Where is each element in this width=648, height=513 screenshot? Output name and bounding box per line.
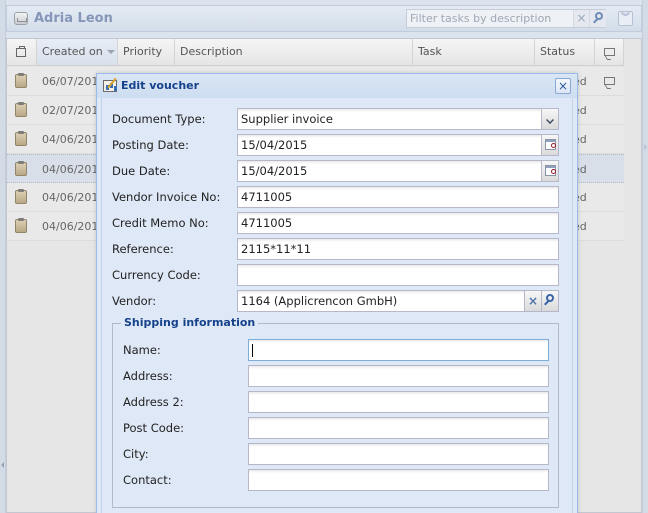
clipboard-icon: [15, 73, 27, 88]
column-label: Task: [418, 45, 442, 58]
grid-header: Created on Priority Description Task Sta…: [7, 39, 624, 66]
clear-vendor-button[interactable]: ×: [524, 290, 542, 312]
shipping-address2-field[interactable]: [248, 391, 549, 413]
clipboard-icon: [15, 189, 27, 204]
document-type-icon: [16, 46, 26, 57]
text-cursor: [252, 344, 253, 357]
close-icon: ×: [557, 79, 569, 93]
posting-date-picker-button[interactable]: [541, 134, 559, 156]
clipboard-icon: [15, 218, 27, 233]
close-dialog-button[interactable]: ×: [555, 78, 571, 94]
shipping-address-field[interactable]: [248, 365, 549, 387]
reference-field[interactable]: 2115*11*11: [237, 238, 559, 260]
clipboard-icon: [15, 161, 27, 176]
vendor-field[interactable]: 1164 (Applicrencon GmbH) ×: [237, 290, 559, 312]
column-label: Created on: [42, 45, 103, 58]
collapse-right-icon[interactable]: [644, 144, 647, 150]
filter-tasks-input[interactable]: [407, 10, 572, 27]
currency-code-field[interactable]: [237, 264, 559, 286]
column-label: Priority: [123, 45, 163, 58]
shipping-information-legend: Shipping information: [121, 316, 259, 329]
vendor-invoice-no-value: 4711005: [241, 190, 293, 204]
right-collapse-bar[interactable]: [642, 0, 648, 513]
due-date-picker-button[interactable]: [541, 160, 559, 182]
credit-memo-no-label: Credit Memo No:: [112, 216, 209, 230]
column-header-priority[interactable]: Priority: [118, 39, 175, 65]
shipping-contact-label: Contact:: [123, 473, 172, 487]
edit-voucher-dialog: Edit voucher × Document Type: Supplier i…: [96, 73, 578, 513]
vendor-invoice-no-field[interactable]: 4711005: [237, 186, 559, 208]
shipping-name-field[interactable]: [248, 339, 549, 361]
due-date-value: 15/04/2015: [241, 164, 308, 178]
reference-label: Reference:: [112, 242, 174, 256]
clipboard-icon: [15, 102, 27, 117]
due-date-field[interactable]: 15/04/2015: [237, 160, 559, 182]
expand-panel-button[interactable]: ︾: [618, 11, 633, 26]
vendor-invoice-no-label: Vendor Invoice No:: [112, 190, 221, 204]
posting-date-field[interactable]: 15/04/2015: [237, 134, 559, 156]
shipping-address-label: Address:: [123, 369, 173, 383]
reference-value: 2115*11*11: [241, 242, 312, 256]
posting-date-label: Posting Date:: [112, 138, 189, 152]
shipping-name-label: Name:: [123, 343, 161, 357]
document-type-select[interactable]: Supplier invoice: [237, 108, 559, 130]
comment-icon[interactable]: [604, 77, 615, 85]
dialog-header[interactable]: Edit voucher ×: [97, 74, 577, 98]
filter-box: ×: [406, 9, 606, 28]
shipping-address2-label: Address 2:: [123, 395, 184, 409]
column-label: Status: [540, 45, 576, 58]
column-header-type[interactable]: [7, 39, 37, 65]
comment-icon: [604, 48, 615, 56]
inbox-icon: [14, 12, 28, 25]
panel-header: Adria Leon × ︾: [6, 5, 642, 32]
document-type-label: Document Type:: [112, 112, 206, 126]
column-header-description[interactable]: Description: [175, 39, 413, 65]
shipping-information-fieldset: Shipping information Name: Address: Addr…: [112, 316, 559, 508]
close-icon: ×: [527, 294, 539, 308]
column-header-task[interactable]: Task: [413, 39, 535, 65]
clipboard-icon: [15, 131, 27, 146]
dialog-title: Edit voucher: [121, 79, 200, 92]
due-date-label: Due Date:: [112, 164, 171, 178]
shipping-post-code-label: Post Code:: [123, 421, 185, 435]
credit-memo-no-value: 4711005: [241, 216, 293, 230]
chevron-down-icon: [546, 116, 554, 124]
close-icon: ×: [576, 11, 587, 25]
search-icon: [546, 294, 554, 302]
panel-title: Adria Leon: [34, 11, 113, 26]
double-chevron-down-icon: ︾: [620, 13, 630, 23]
calendar-icon: [545, 165, 556, 176]
search-button[interactable]: [589, 10, 606, 27]
clear-filter-button[interactable]: ×: [573, 10, 589, 27]
shipping-post-code-field[interactable]: [248, 417, 549, 439]
shipping-city-field[interactable]: [248, 443, 549, 465]
credit-memo-no-field[interactable]: 4711005: [237, 212, 559, 234]
column-header-comment[interactable]: [595, 39, 624, 65]
calendar-icon: [545, 139, 556, 150]
vendor-label: Vendor:: [112, 294, 157, 308]
shipping-city-label: City:: [123, 447, 149, 461]
document-type-dropdown-button[interactable]: [541, 108, 559, 130]
vendor-value: 1164 (Applicrencon GmbH): [241, 294, 398, 308]
edit-document-icon: [103, 80, 117, 92]
posting-date-value: 15/04/2015: [241, 138, 308, 152]
collapse-left-icon[interactable]: [1, 462, 4, 468]
column-header-status[interactable]: Status: [535, 39, 595, 65]
search-icon: [595, 12, 603, 20]
document-type-value: Supplier invoice: [241, 112, 333, 126]
shipping-contact-field[interactable]: [248, 469, 549, 491]
search-vendor-button[interactable]: [541, 290, 559, 312]
column-label: Description: [180, 45, 243, 58]
column-header-created-on[interactable]: Created on: [37, 39, 118, 65]
sort-desc-icon: [106, 50, 115, 54]
currency-code-label: Currency Code:: [112, 268, 201, 282]
